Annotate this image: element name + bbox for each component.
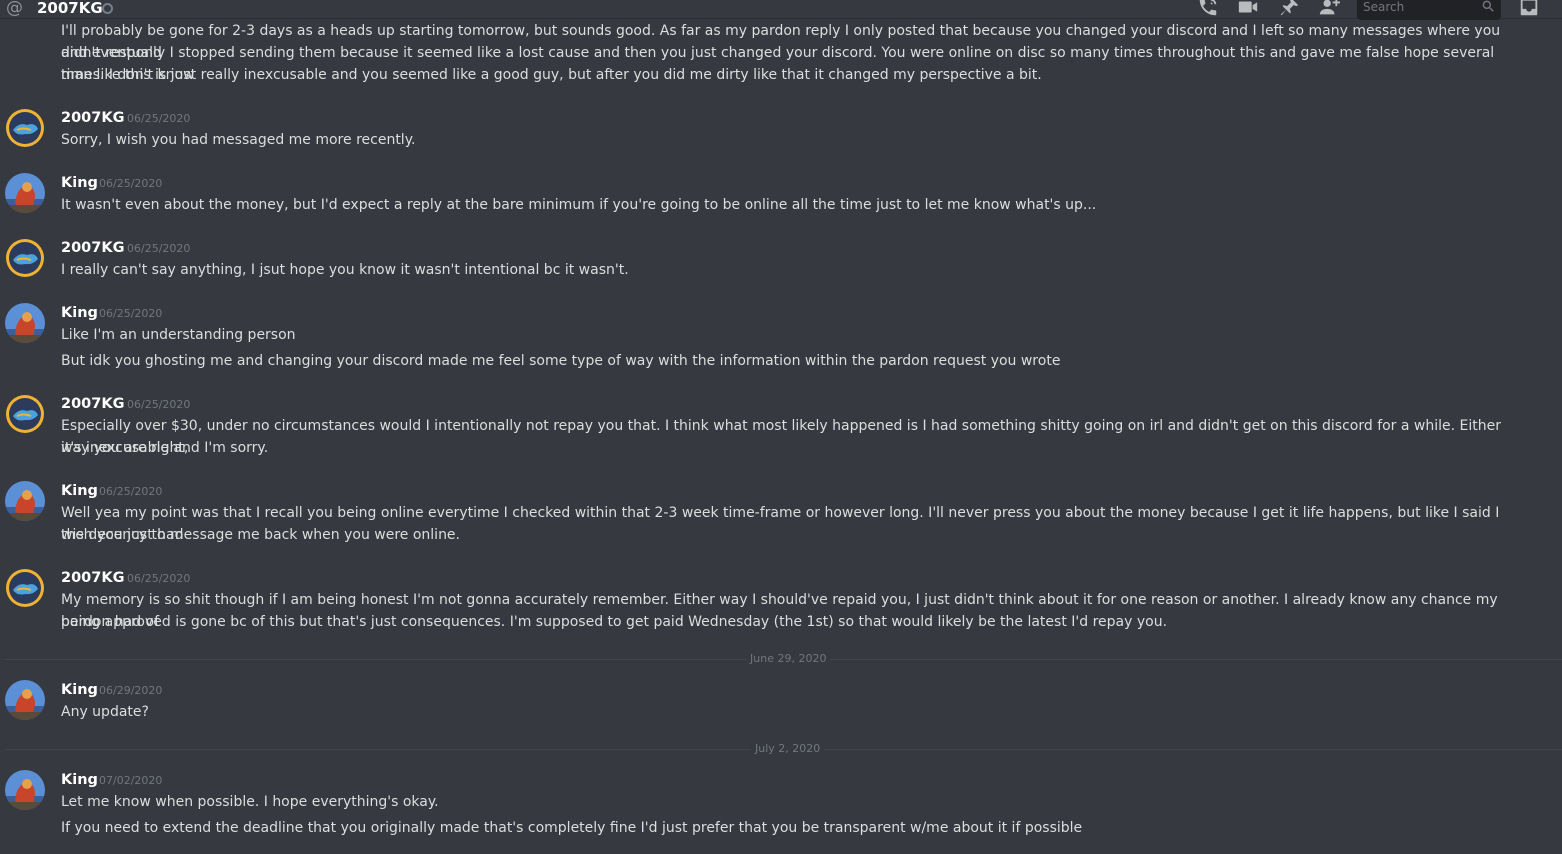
message-text: But idk you ghosting me and changing you… (61, 353, 1061, 369)
add-friend-icon[interactable] (1318, 0, 1340, 18)
call-icon[interactable] (1197, 0, 1219, 18)
channel-name: 2007KG (37, 0, 103, 17)
avatar-2007kg[interactable] (5, 394, 45, 434)
message-text: Any update? (61, 704, 149, 720)
message-timestamp: 06/29/2020 (99, 684, 163, 697)
avatar-2007kg[interactable] (5, 238, 45, 278)
message-timestamp: 06/25/2020 (127, 242, 191, 255)
message-author[interactable]: King (61, 481, 98, 501)
avatar-2007kg[interactable] (5, 568, 45, 608)
message-text: If you need to extend the deadline that … (61, 820, 1083, 836)
message-text: being approved is gone bc of this but th… (61, 614, 1168, 630)
at-icon: @ (6, 0, 23, 18)
status-offline-icon (102, 3, 113, 14)
avatar-2007kg[interactable] (5, 108, 45, 148)
message-author[interactable]: King (61, 770, 98, 790)
avatar-king[interactable] (5, 303, 45, 343)
message-text: it's inexcusable and I'm sorry. (61, 440, 269, 456)
message-author[interactable]: King (61, 680, 98, 700)
inbox-icon[interactable] (1518, 0, 1540, 18)
message-timestamp: 06/25/2020 (127, 572, 191, 585)
message-author[interactable]: 2007KG (61, 568, 125, 588)
avatar-king[interactable] (5, 173, 45, 213)
message-author[interactable]: King (61, 303, 98, 323)
search-input[interactable]: Search (1357, 0, 1501, 20)
avatar-king[interactable] (5, 680, 45, 720)
message-timestamp: 06/25/2020 (127, 112, 191, 125)
message-author[interactable]: 2007KG (61, 238, 125, 258)
message-timestamp: 06/25/2020 (99, 307, 163, 320)
date-divider-label: July 2, 2020 (751, 742, 825, 756)
avatar-king[interactable] (5, 770, 45, 810)
message-author[interactable]: King (61, 173, 98, 193)
message-text: I really can't say anything, I jsut hope… (61, 262, 629, 278)
message-text: Sorry, I wish you had messaged me more r… (61, 132, 416, 148)
search-placeholder: Search (1363, 0, 1405, 14)
message-author[interactable]: 2007KG (61, 108, 125, 128)
pin-icon[interactable] (1278, 0, 1300, 18)
message-list[interactable]: I'll probably be gone for 2-3 days as a … (0, 0, 1562, 854)
message-text: the decency to message me back when you … (61, 527, 460, 543)
channel-header: @ 2007KG Search (0, 0, 1562, 20)
message-timestamp: 06/25/2020 (99, 177, 163, 190)
avatar-king[interactable] (5, 481, 45, 521)
message-text: man like this is just really inexcusable… (61, 67, 1042, 83)
message-timestamp: 06/25/2020 (127, 398, 191, 411)
message-author[interactable]: 2007KG (61, 394, 125, 414)
date-divider-label: June 29, 2020 (746, 652, 831, 666)
message-text: Let me know when possible. I hope everyt… (61, 794, 439, 810)
search-icon (1481, 0, 1495, 13)
message-text: It wasn't even about the money, but I'd … (61, 197, 1097, 213)
message-timestamp: 06/25/2020 (99, 485, 163, 498)
video-icon[interactable] (1237, 0, 1259, 18)
message-timestamp: 07/02/2020 (99, 774, 163, 787)
message-text: Like I'm an understanding person (61, 327, 296, 343)
